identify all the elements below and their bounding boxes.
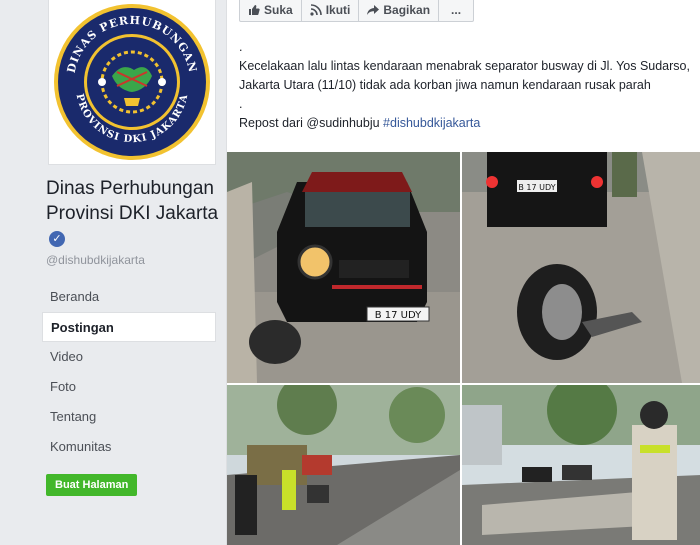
- post-card: Suka Ikuti Bagikan ... . Kecelakaan lalu…: [226, 0, 700, 545]
- post-dot-line: .: [239, 97, 243, 111]
- page-handle[interactable]: @dishubdkijakarta: [46, 253, 145, 267]
- post-photo[interactable]: [227, 385, 460, 545]
- thumbs-up-icon: [249, 5, 260, 16]
- page-title[interactable]: Dinas Perhubungan Provinsi DKI Jakarta ✓: [46, 176, 226, 251]
- post-photo-grid: B 17 UDY B 17 UDY: [227, 152, 700, 545]
- verified-badge-icon: ✓: [49, 231, 65, 247]
- dishub-logo: DINAS PERHUBUNGAN PROVINSI DKI JAKARTA: [54, 4, 210, 160]
- share-label: Bagikan: [383, 3, 431, 17]
- nav-item-komunitas[interactable]: Komunitas: [42, 432, 216, 462]
- nav-item-beranda[interactable]: Beranda: [42, 282, 216, 312]
- profile-picture[interactable]: DINAS PERHUBUNGAN PROVINSI DKI JAKARTA: [48, 0, 216, 165]
- hashtag-link[interactable]: #dishubdkijakarta: [383, 116, 480, 130]
- post-photo[interactable]: [462, 385, 700, 545]
- page-nav: Beranda Postingan Video Foto Tentang Kom…: [42, 282, 216, 462]
- page-name-text: Dinas Perhubungan Provinsi DKI Jakarta: [46, 178, 219, 224]
- like-page-button[interactable]: Suka: [240, 0, 302, 21]
- like-label: Suka: [264, 3, 293, 17]
- page-action-bar: Suka Ikuti Bagikan ...: [239, 0, 475, 22]
- repost-text: Repost dari @sudinhubju: [239, 116, 380, 130]
- share-arrow-icon: [367, 5, 380, 15]
- officer-scene-photo: [462, 385, 700, 545]
- more-options-button[interactable]: ...: [439, 0, 473, 21]
- share-page-button[interactable]: Bagikan: [359, 0, 440, 21]
- post-dot-line: .: [239, 40, 243, 54]
- nav-item-postingan[interactable]: Postingan: [42, 312, 216, 342]
- nav-item-tentang[interactable]: Tentang: [42, 402, 216, 432]
- nav-item-video[interactable]: Video: [42, 342, 216, 372]
- detached-wheel-photo: B 17 UDY: [462, 152, 700, 383]
- front-plate-text: B 17 UDY: [375, 310, 422, 321]
- roadside-scene-photo: [227, 385, 460, 545]
- post-repost-line: Repost dari @sudinhubju #dishubdkijakart…: [239, 114, 691, 133]
- more-dots-icon: ...: [451, 3, 462, 17]
- post-photo[interactable]: B 17 UDY: [462, 152, 700, 383]
- create-page-button[interactable]: Buat Halaman: [46, 474, 138, 496]
- crashed-car-front-photo: B 17 UDY: [227, 152, 460, 383]
- post-message: . Kecelakaan lalu lintas kendaraan menab…: [239, 38, 691, 133]
- nav-item-foto[interactable]: Foto: [42, 372, 216, 402]
- post-body-text: Kecelakaan lalu lintas kendaraan menabra…: [239, 59, 690, 92]
- rear-plate-text: B 17 UDY: [518, 183, 555, 192]
- page-sidebar: DINAS PERHUBUNGAN PROVINSI DKI JAKARTA D…: [0, 0, 226, 545]
- follow-page-button[interactable]: Ikuti: [302, 0, 360, 21]
- follow-label: Ikuti: [325, 3, 351, 17]
- rss-icon: [310, 4, 322, 16]
- post-photo[interactable]: B 17 UDY: [227, 152, 460, 383]
